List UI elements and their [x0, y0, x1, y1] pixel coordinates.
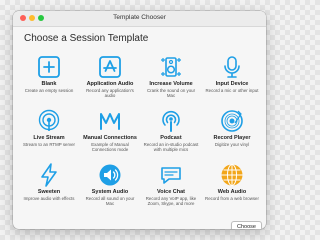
template-application-audio[interactable]: Application Audio Record any application…	[80, 55, 140, 99]
template-live-stream[interactable]: Live Stream Stream to an RTMP server	[19, 109, 79, 151]
template-name: Podcast	[160, 135, 182, 141]
template-name: Input Device	[215, 81, 249, 87]
template-description: Stream to an RTMP server	[22, 142, 76, 147]
system-audio-icon	[99, 164, 121, 186]
template-chooser-window: Template Chooser Choose a Session Templa…	[13, 11, 266, 229]
lightning-icon	[41, 163, 57, 187]
app-store-icon	[99, 56, 121, 78]
globe-icon	[221, 164, 243, 186]
template-name: Blank	[41, 81, 57, 87]
podcast-icon	[162, 110, 180, 132]
template-name: Web Audio	[217, 189, 247, 195]
template-name: Record Player	[213, 135, 251, 141]
template-name: System Audio	[91, 189, 129, 195]
manual-connections-icon	[100, 113, 120, 130]
title-bar: Template Chooser	[13, 11, 266, 27]
template-input-device[interactable]: Input Device Record a mic or other input	[202, 55, 262, 97]
template-description: Mac	[105, 201, 115, 207]
template-name: Increase Volume	[149, 81, 193, 87]
template-sweeten[interactable]: Sweeten Improve audio with effects	[19, 163, 79, 205]
template-record-player[interactable]: Record Player Digitize your vinyl	[202, 109, 262, 151]
template-system-audio[interactable]: System Audio Record all sound on your Ma…	[80, 163, 140, 207]
template-description: Record a mic or other input	[205, 88, 259, 93]
page-heading: Choose a Session Template	[24, 33, 149, 44]
template-name: Voice Chat	[156, 189, 185, 195]
template-description: with multiple mics	[153, 147, 189, 153]
template-name: Manual Connections	[83, 135, 137, 141]
template-manual-connections[interactable]: Manual Connections Example of Manual Con…	[80, 109, 140, 153]
plus-square-icon	[38, 56, 60, 78]
template-description: audio	[104, 93, 116, 99]
template-name: Live Stream	[33, 135, 65, 141]
template-podcast[interactable]: Podcast Record an in-studio podcast with…	[141, 109, 201, 153]
microphone-icon	[224, 56, 240, 78]
antenna-icon	[38, 109, 60, 131]
template-name: Sweeten	[37, 189, 61, 195]
choose-button[interactable]: Choose	[231, 221, 262, 229]
template-name: Application Audio	[86, 81, 134, 87]
template-description: Zoom, Skype, and more	[147, 201, 195, 207]
template-description: Improve audio with effects	[23, 196, 75, 201]
chat-bubble-icon	[161, 167, 181, 184]
template-description: Connections mode	[91, 147, 129, 153]
speaker-icon	[161, 57, 181, 77]
template-web-audio[interactable]: Web Audio Record from a web browser	[202, 163, 262, 205]
template-voice-chat[interactable]: Voice Chat Record any VoIP app, like Zoo…	[141, 163, 201, 207]
window-title: Template Chooser	[113, 14, 166, 21]
template-description: Mac	[166, 93, 176, 99]
template-description: Record from a web browser	[205, 196, 259, 201]
template-description: Digitize your vinyl	[214, 142, 250, 147]
template-blank[interactable]: Blank Create an empty session	[19, 55, 79, 97]
template-increase-volume[interactable]: Increase Volume Crank the sound on your …	[141, 55, 201, 99]
template-description: Create an empty session	[24, 88, 74, 93]
vinyl-record-icon	[221, 110, 243, 132]
